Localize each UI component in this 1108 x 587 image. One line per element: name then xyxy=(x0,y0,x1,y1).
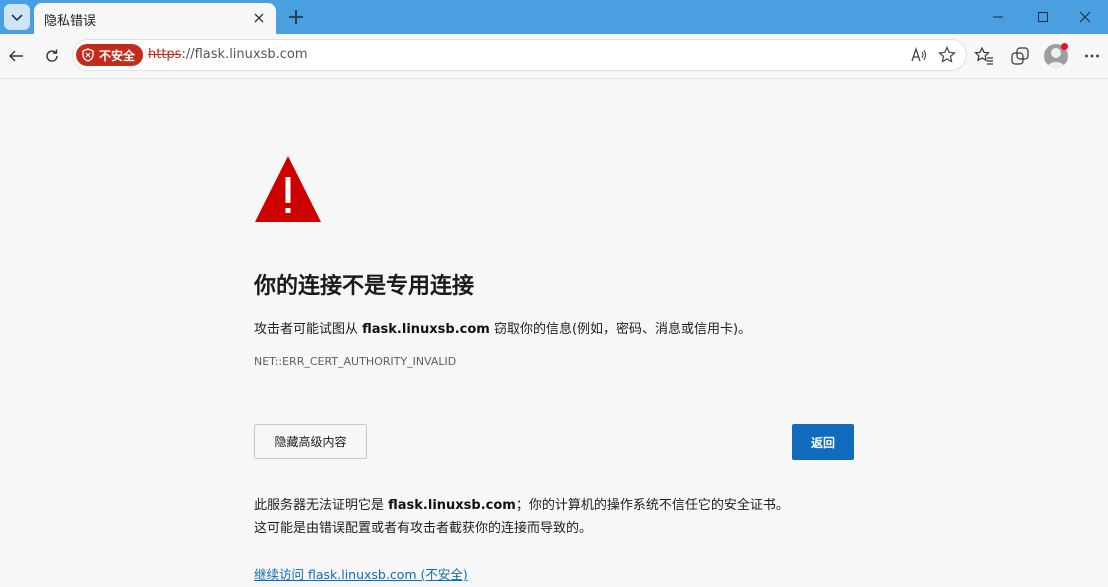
back-button[interactable] xyxy=(2,42,30,70)
page-title: 你的连接不是专用连接 xyxy=(254,274,475,299)
toolbar: 不安全 https://flask.linuxsb.com xyxy=(0,34,1108,79)
new-tab-button[interactable] xyxy=(284,5,308,29)
explain-prefix: 此服务器无法证明它是 xyxy=(254,498,389,513)
refresh-icon xyxy=(46,49,58,62)
refresh-button[interactable] xyxy=(38,42,66,70)
desc-host: flask.linuxsb.com xyxy=(362,322,490,337)
url-text[interactable]: https://flask.linuxsb.com xyxy=(148,47,308,62)
back-to-safety-button[interactable]: 返回 xyxy=(792,424,854,460)
proceed-unsafe-link[interactable]: 继续访问 flask.linuxsb.com (不安全) xyxy=(254,564,468,583)
desc-prefix: 攻击者可能试图从 xyxy=(254,322,363,337)
tab-title: 隐私错误 xyxy=(44,14,97,29)
back-arrow-icon xyxy=(9,50,23,62)
minimize-button[interactable] xyxy=(975,0,1021,34)
more-icon xyxy=(1085,54,1099,58)
maximize-button[interactable] xyxy=(1020,0,1066,34)
favorites-button[interactable] xyxy=(972,44,996,68)
chevron-down-icon xyxy=(11,14,23,22)
warning-triangle-icon xyxy=(254,155,322,227)
explain-host: flask.linuxsb.com xyxy=(388,498,516,513)
url-scheme: https xyxy=(148,47,182,62)
threat-description: 攻击者可能试图从 flask.linuxsb.com 窃取你的信息(例如，密码、… xyxy=(254,318,751,337)
star-icon xyxy=(938,46,956,63)
tab-active[interactable]: 隐私错误 xyxy=(34,3,276,34)
close-window-button[interactable] xyxy=(1062,0,1108,34)
explanation-line-1: 此服务器无法证明它是 flask.linuxsb.com；你的计算机的操作系统不… xyxy=(254,494,789,517)
hide-advanced-button[interactable]: 隐藏高级内容 xyxy=(254,424,367,459)
desc-suffix: 窃取你的信息(例如，密码、消息或信用卡)。 xyxy=(489,322,752,337)
add-favorite-button[interactable] xyxy=(937,45,957,65)
more-button[interactable] xyxy=(1080,44,1104,68)
address-bar[interactable]: 不安全 https://flask.linuxsb.com xyxy=(73,40,966,70)
url-host: ://flask.linuxsb.com xyxy=(181,47,308,62)
security-indicator[interactable]: 不安全 xyxy=(76,44,144,66)
maximize-icon xyxy=(1038,12,1048,22)
security-label: 不安全 xyxy=(99,48,136,63)
close-icon xyxy=(254,13,264,23)
read-aloud-button[interactable] xyxy=(909,45,929,65)
notification-dot xyxy=(1061,43,1068,50)
tab-close-button[interactable] xyxy=(250,9,268,27)
collections-icon xyxy=(1011,47,1029,65)
favorites-icon xyxy=(974,46,993,65)
read-aloud-icon xyxy=(911,46,927,62)
advanced-explanation: 此服务器无法证明它是 flask.linuxsb.com；你的计算机的操作系统不… xyxy=(254,494,789,540)
shield-warning-icon xyxy=(82,48,94,62)
error-code: NET::ERR_CERT_AUTHORITY_INVALID xyxy=(254,355,457,368)
explain-suffix: ；你的计算机的操作系统不信任它的安全证书。 xyxy=(515,498,789,513)
collections-button[interactable] xyxy=(1008,44,1032,68)
explanation-line-2: 这可能是由错误配置或者有攻击者截获你的连接而导致的。 xyxy=(254,521,593,536)
close-icon xyxy=(1079,11,1091,23)
minimize-icon xyxy=(993,16,1003,18)
plus-icon xyxy=(289,10,303,24)
title-bar: 隐私错误 xyxy=(0,0,1108,34)
tab-actions-menu-button[interactable] xyxy=(4,4,30,30)
